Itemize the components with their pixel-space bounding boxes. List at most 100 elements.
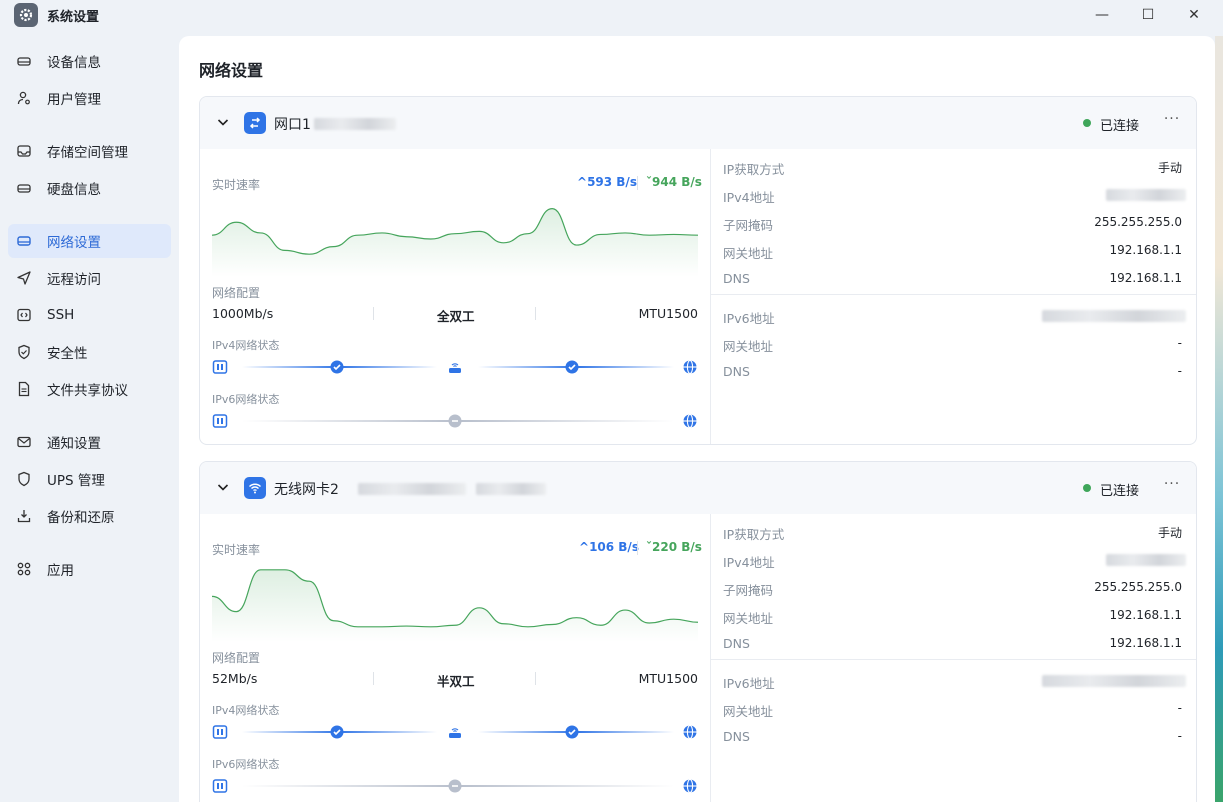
- ipv6-address-key: IPv6地址: [723, 676, 775, 691]
- sidebar-item-label: 用户管理: [47, 92, 101, 108]
- download-speed-value: 944 B/s: [652, 175, 702, 189]
- nic-right-pane: IP获取方式 手动 IPv4地址 子网掩码 255.255.255.0 网关地址…: [710, 514, 1196, 802]
- sidebar-item-label: 网络设置: [47, 235, 101, 251]
- window-title: 系统设置: [47, 10, 100, 25]
- close-icon: ✕: [1188, 7, 1200, 23]
- link-speed: 1000Mb/s: [212, 306, 274, 321]
- divider: [373, 307, 374, 320]
- maximize-button[interactable]: ☐: [1135, 3, 1161, 27]
- desktop-wallpaper-edge: [1215, 36, 1223, 802]
- subnet-mask-value: 255.255.255.0: [1094, 215, 1182, 229]
- ssh-icon: [16, 307, 32, 323]
- sidebar-item-ssh[interactable]: SSH: [8, 298, 171, 332]
- upload-speed: ^106 B/s: [579, 540, 639, 554]
- minimize-button[interactable]: —: [1089, 3, 1115, 27]
- config-label: 网络配置: [212, 651, 261, 665]
- apps-icon: [16, 561, 32, 577]
- sidebar-item-file-sharing[interactable]: 文件共享协议: [8, 372, 171, 406]
- storage-icon: [16, 143, 32, 159]
- main-panel: 网络设置 网口1 已连接 ··· 实时速率 ^593 B/s ˇ944 B/s …: [179, 36, 1215, 802]
- sidebar-item-label: SSH: [47, 307, 75, 323]
- maximize-icon: ☐: [1141, 7, 1155, 23]
- ip-method-key: IP获取方式: [723, 162, 785, 177]
- sidebar-item-security[interactable]: 安全性: [8, 335, 171, 369]
- arrow-up-icon: ^: [579, 540, 590, 554]
- ipv6-dns-key: DNS: [723, 729, 750, 744]
- duplex-mode: 全双工: [437, 309, 475, 324]
- download-speed: ˇ220 B/s: [646, 540, 702, 554]
- sidebar-item-label: 设备信息: [47, 55, 101, 71]
- sidebar-item-ups[interactable]: UPS 管理: [8, 462, 171, 496]
- nic-left-pane: 实时速率 ^593 B/s ˇ944 B/s 网络配置 1000Mb/s 全双工…: [200, 149, 710, 444]
- ip-method-value: 手动: [1157, 161, 1182, 175]
- sidebar: 设备信息 用户管理 存储空间管理 硬盘信息 网络设置 远程访问 SSH 安全性 …: [0, 36, 178, 802]
- settings-gear-icon: [14, 3, 38, 27]
- dns-value: 192.168.1.1: [1109, 271, 1182, 285]
- subnet-mask-value: 255.255.255.0: [1094, 580, 1182, 594]
- sidebar-item-label: 应用: [47, 563, 74, 579]
- gateway-key: 网关地址: [723, 611, 774, 626]
- sidebar-item-label: 远程访问: [47, 272, 101, 288]
- device-icon: [16, 53, 32, 69]
- router-icon: [447, 724, 463, 740]
- subnet-mask-key: 子网掩码: [723, 583, 774, 598]
- close-button[interactable]: ✕: [1181, 3, 1207, 27]
- connected-status-dot: [1083, 484, 1091, 492]
- sidebar-item-label: 文件共享协议: [47, 383, 128, 399]
- dns-value: 192.168.1.1: [1109, 636, 1182, 650]
- nic-name: 无线网卡2: [274, 482, 339, 498]
- ipv6-gateway-key: 网关地址: [723, 704, 774, 719]
- sidebar-item-apps[interactable]: 应用: [8, 552, 171, 586]
- ipv6-dns-key: DNS: [723, 364, 750, 379]
- more-options-icon[interactable]: ···: [1162, 476, 1182, 496]
- sidebar-item-remote-access[interactable]: 远程访问: [8, 261, 171, 295]
- divider: [637, 176, 638, 190]
- globe-icon: [682, 778, 698, 794]
- check-circle-icon: [564, 724, 580, 740]
- sidebar-item-user-management[interactable]: 用户管理: [8, 81, 171, 115]
- nic-card-header[interactable]: 网口1 已连接 ···: [200, 97, 1196, 149]
- ups-icon: [16, 471, 32, 487]
- ipv6-state-label: IPv6网络状态: [212, 393, 280, 406]
- sidebar-item-device-info[interactable]: 设备信息: [8, 44, 171, 78]
- chevron-down-icon[interactable]: [215, 114, 231, 130]
- page-title: 网络设置: [199, 61, 264, 80]
- chevron-down-icon[interactable]: [215, 479, 231, 495]
- redacted-mac: [476, 483, 546, 495]
- redacted-ipv4: [1106, 554, 1186, 566]
- nic-card-1: 网口1 已连接 ··· 实时速率 ^593 B/s ˇ944 B/s 网络配置 …: [199, 96, 1197, 445]
- redacted-ipv6: [1042, 675, 1186, 687]
- sidebar-item-label: 存储空间管理: [47, 145, 128, 161]
- ip-method-key: IP获取方式: [723, 527, 785, 542]
- more-options-icon[interactable]: ···: [1162, 111, 1182, 131]
- connection-status: 已连接: [1100, 119, 1140, 134]
- router-icon: [447, 359, 463, 375]
- disk-icon: [16, 180, 32, 196]
- redacted-ipv6: [1042, 310, 1186, 322]
- sidebar-item-storage[interactable]: 存储空间管理: [8, 134, 171, 168]
- sidebar-item-network-settings[interactable]: 网络设置: [8, 224, 171, 258]
- ipv4-state-row: [212, 359, 698, 375]
- nic-card-header[interactable]: 无线网卡2 已连接 ···: [200, 462, 1196, 514]
- sidebar-item-label: 备份和还原: [47, 510, 115, 526]
- ipv6-gateway-key: 网关地址: [723, 339, 774, 354]
- check-circle-icon: [329, 724, 345, 740]
- sidebar-item-notifications[interactable]: 通知设置: [8, 425, 171, 459]
- sidebar-item-backup[interactable]: 备份和还原: [8, 499, 171, 533]
- ipv6-gateway-value: -: [1177, 336, 1182, 350]
- gateway-key: 网关地址: [723, 246, 774, 261]
- dns-key: DNS: [723, 636, 750, 651]
- minimize-icon: —: [1095, 7, 1109, 23]
- connected-status-dot: [1083, 119, 1091, 127]
- send-icon: [16, 270, 32, 286]
- sidebar-item-disk-info[interactable]: 硬盘信息: [8, 171, 171, 205]
- ipv4-state-row: [212, 724, 698, 740]
- ipv4-address-key: IPv4地址: [723, 555, 775, 570]
- ipv6-state-label: IPv6网络状态: [212, 758, 280, 771]
- check-circle-icon: [329, 359, 345, 375]
- divider: [535, 307, 536, 320]
- globe-icon: [682, 359, 698, 375]
- speed-chart: [212, 569, 698, 642]
- redacted-mac: [314, 118, 396, 130]
- config-label: 网络配置: [212, 286, 261, 300]
